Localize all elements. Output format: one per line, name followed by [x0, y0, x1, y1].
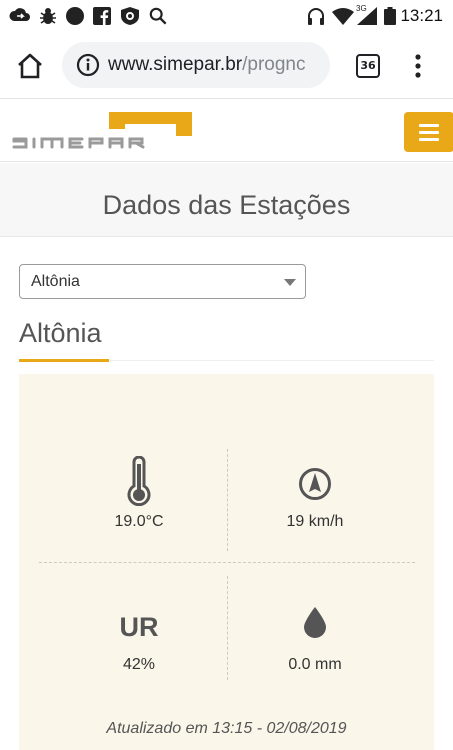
address-bar[interactable]: www.simepar.br/prognc	[62, 42, 330, 88]
wind-direction-icon	[299, 468, 331, 500]
site-header	[0, 100, 453, 162]
signal-icon	[357, 7, 377, 25]
wind-value: 19 km/h	[286, 513, 344, 530]
station-select[interactable]: Altônia	[19, 264, 306, 299]
bug-icon	[40, 8, 56, 24]
station-name-heading: Altônia	[19, 318, 102, 348]
thermometer-icon	[127, 456, 151, 506]
last-updated-text: Atualizado em 13:15 - 02/08/2019	[106, 720, 347, 737]
cloud-sync-icon	[9, 8, 30, 21]
humidity-label: UR	[119, 612, 159, 642]
headphones-icon	[308, 8, 324, 25]
humidity-value: 42%	[122, 656, 156, 673]
facebook-icon	[93, 7, 111, 25]
url-path: /prognc	[242, 54, 306, 75]
more-options-icon[interactable]	[408, 53, 428, 79]
menu-toggle-button[interactable]	[404, 112, 453, 152]
divider-horizontal	[39, 562, 415, 563]
url-text[interactable]: www.simepar.br/prognc	[108, 54, 324, 76]
browser-toolbar: www.simepar.br/prognc 36	[0, 33, 453, 99]
tab-switcher-button[interactable]: 36	[356, 54, 380, 78]
dropdown-arrow-icon	[284, 279, 296, 286]
circle-icon	[66, 7, 84, 25]
status-time: 13:21	[400, 6, 443, 25]
station-select-value: Altônia	[31, 273, 80, 290]
menu-bar-icon	[419, 124, 439, 127]
info-icon[interactable]	[76, 53, 100, 77]
menu-bar-icon	[419, 138, 439, 141]
heading-accent-underline	[19, 359, 109, 362]
search-icon	[149, 7, 167, 25]
home-icon[interactable]	[16, 52, 44, 80]
station-data-card: 19.0°C 19 km/h UR 42% 0.0 mm Atualizado …	[19, 374, 434, 750]
status-bar: 3G 13:21	[0, 0, 453, 33]
url-host: www.simepar.br	[108, 54, 243, 75]
rain-value: 0.0 mm	[288, 656, 342, 673]
raindrop-icon	[304, 607, 326, 638]
page-title: Dados das Estações	[102, 190, 351, 220]
wifi-icon	[332, 8, 354, 25]
simepar-logo[interactable]	[12, 110, 194, 154]
shield-icon	[121, 7, 139, 25]
menu-bar-icon	[419, 131, 439, 134]
divider-vertical	[227, 449, 228, 551]
temperature-value: 19.0°C	[114, 513, 164, 530]
battery-icon	[384, 7, 396, 25]
